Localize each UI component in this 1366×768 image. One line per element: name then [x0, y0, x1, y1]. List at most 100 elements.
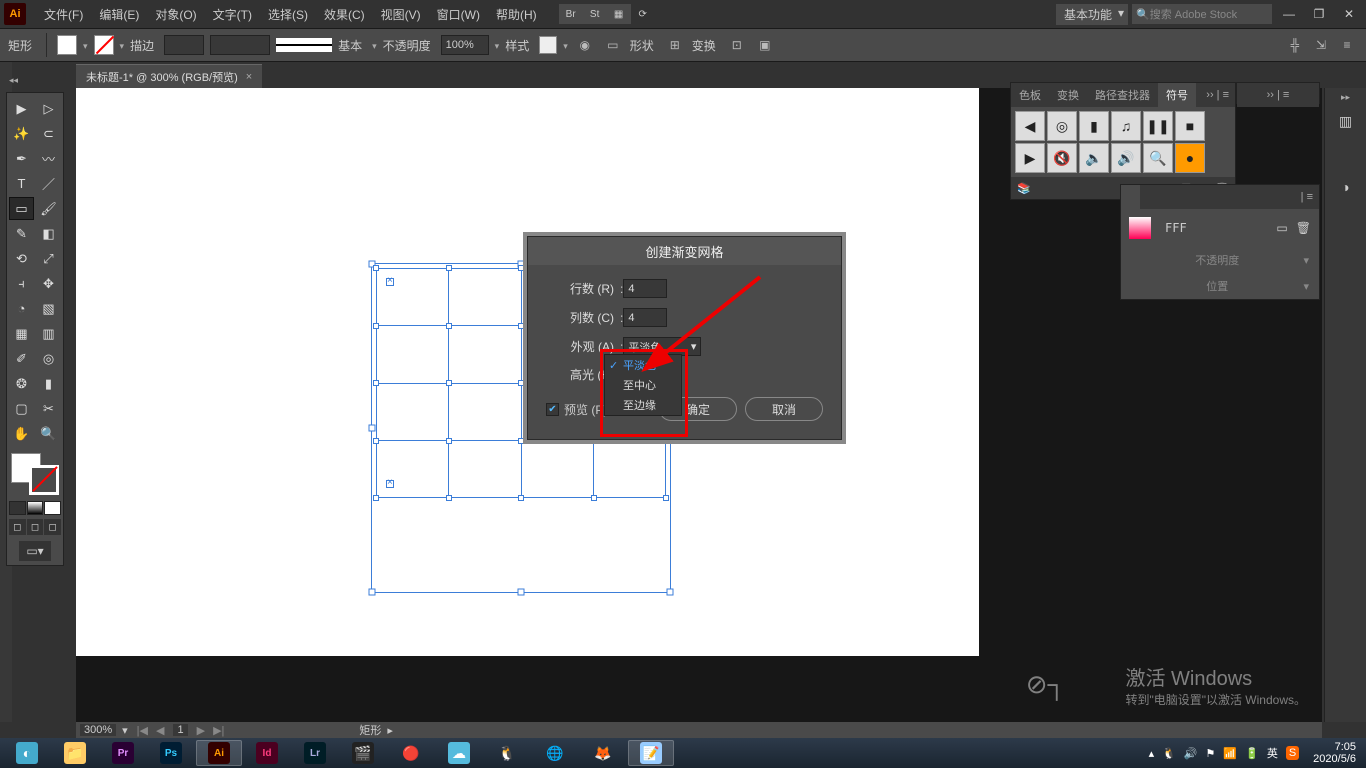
window-restore-icon[interactable]: ❐ [1306, 4, 1332, 24]
lasso-tool-icon[interactable]: ⊂ [36, 122, 61, 145]
arrange-docs-icon[interactable]: ▦ [607, 4, 631, 24]
align-panel-icon[interactable]: ╬ [1284, 34, 1306, 56]
tray-ime[interactable]: 英 [1267, 745, 1278, 761]
tab-transform[interactable]: 变换 [1049, 83, 1087, 107]
symbol-sprayer-tool-icon[interactable]: ❂ [9, 372, 34, 395]
graph-tool-icon[interactable]: ▮ [36, 372, 61, 395]
recolor-icon[interactable]: ◉ [574, 34, 596, 56]
menu-help[interactable]: 帮助(H) [488, 6, 545, 23]
taskbar-app-indesign[interactable]: Id [244, 740, 290, 766]
menu-file[interactable]: 文件(F) [36, 6, 91, 23]
tab-pathfinder[interactable]: 路径查找器 [1087, 83, 1158, 107]
window-close-icon[interactable]: ✕ [1336, 4, 1362, 24]
draw-inside-icon[interactable]: ◻ [44, 519, 61, 535]
taskbar-app-ball[interactable]: 🔴 [388, 740, 434, 766]
tray-qq-icon[interactable]: 🐧 [1162, 747, 1176, 760]
hand-tool-icon[interactable]: ✋ [9, 422, 34, 445]
var-width-profile[interactable] [210, 35, 270, 55]
draw-behind-icon[interactable]: ◻ [27, 519, 44, 535]
fill-swatch[interactable] [57, 35, 77, 55]
taskbar-app-illustrator[interactable]: Ai [196, 740, 242, 766]
delete-icon[interactable]: 🗑 [1296, 221, 1311, 235]
perspective-tool-icon[interactable]: ▧ [36, 297, 61, 320]
free-transform-tool-icon[interactable]: ✥ [36, 272, 61, 295]
eyedropper-tool-icon[interactable]: ✐ [9, 347, 34, 370]
eraser-tool-icon[interactable]: ◧ [36, 222, 61, 245]
bridge-button[interactable]: Br [559, 4, 583, 24]
direct-selection-tool-icon[interactable]: ▷ [36, 97, 61, 120]
rectangle-tool-icon[interactable]: ▭ [9, 197, 34, 220]
dock-color-icon[interactable]: ◑ [1331, 173, 1361, 201]
fill-stroke-control[interactable] [9, 451, 61, 497]
document-tab-close-icon[interactable]: × [246, 71, 252, 83]
tab-symbols[interactable]: 符号 [1158, 83, 1196, 107]
brush-def-icon[interactable] [276, 38, 332, 52]
blend-tool-icon[interactable]: ◎ [36, 347, 61, 370]
tab-swatch[interactable]: 色板 [1011, 83, 1049, 107]
shape-prop-icon[interactable]: ⊞ [664, 34, 686, 56]
menu-object[interactable]: 对象(O) [147, 6, 204, 23]
appearance-option-edge[interactable]: 至边缘 [605, 395, 681, 415]
symbol-film-icon[interactable]: ▮ [1079, 111, 1109, 141]
symbol-mute-icon[interactable]: 🔇 [1047, 143, 1077, 173]
opacity-input[interactable] [441, 35, 489, 55]
taskbar-app-video[interactable]: 🎬 [340, 740, 386, 766]
shaper-tool-icon[interactable]: ✎ [9, 222, 34, 245]
taskbar-app-qq[interactable]: 🐧 [484, 740, 530, 766]
taskbar-app-chrome[interactable]: 🌐 [532, 740, 578, 766]
document-tab[interactable]: 未标题-1* @ 300% (RGB/预览) × [76, 64, 262, 88]
tray-volume-icon[interactable]: 🔊 [1184, 747, 1198, 760]
stock-button[interactable]: St [583, 4, 607, 24]
workspace-switcher[interactable]: 基本功能 [1056, 4, 1128, 25]
appearance-option-flat[interactable]: 平淡色 [605, 355, 681, 375]
taskbar-app-browser[interactable]: ◐ [4, 740, 50, 766]
window-minimize-icon[interactable]: — [1276, 4, 1302, 24]
slice-tool-icon[interactable]: ✂ [36, 397, 61, 420]
symbol-orange-icon[interactable]: ● [1175, 143, 1205, 173]
align-icon[interactable]: ▭ [602, 34, 624, 56]
panel-menu-icon[interactable]: | ≡ [1295, 191, 1319, 203]
taskbar-app-lightroom[interactable]: Lr [292, 740, 338, 766]
symbol-pause-icon[interactable]: ❚❚ [1143, 111, 1173, 141]
draw-normal-icon[interactable]: ◻ [9, 519, 26, 535]
cancel-button[interactable]: 取消 [745, 397, 823, 421]
tray-clock[interactable]: 7:05 2020/5/6 [1307, 741, 1362, 765]
tray-network-icon[interactable]: 📶 [1223, 747, 1237, 760]
color-mode-none-icon[interactable] [44, 501, 61, 515]
stock-search-input[interactable]: 🔍 搜索 Adobe Stock [1132, 4, 1272, 24]
zoom-level[interactable]: 300% [80, 724, 116, 736]
style-swatch[interactable] [539, 36, 557, 54]
preview-checkbox[interactable]: ✔ [546, 403, 559, 416]
width-tool-icon[interactable]: ⫞ [9, 272, 34, 295]
symbol-stop-icon[interactable]: ■ [1175, 111, 1205, 141]
default-stroke-icon[interactable] [29, 465, 59, 495]
gpu-icon[interactable]: ⟳ [631, 4, 655, 24]
opts-icon[interactable]: ▭ [1276, 221, 1287, 235]
mesh-tool-icon[interactable]: ▦ [9, 322, 34, 345]
selection-tool-icon[interactable]: ▶ [9, 97, 34, 120]
symbol-vol-low-icon[interactable]: 🔈 [1079, 143, 1109, 173]
isolate-icon[interactable]: ▣ [754, 34, 776, 56]
artboard-tool-icon[interactable]: ▢ [9, 397, 34, 420]
symbol-search-icon[interactable]: 🔍 [1143, 143, 1173, 173]
panel-menu-icon[interactable]: ≡ [1336, 34, 1358, 56]
line-tool-icon[interactable]: ／ [36, 172, 61, 195]
gradient-tool-icon[interactable]: ▥ [36, 322, 61, 345]
transform-icon[interactable]: ⊡ [726, 34, 748, 56]
color-mode-normal-icon[interactable] [9, 501, 26, 515]
artboard-nav[interactable]: |◀◀ [134, 724, 168, 737]
transform-panel-icon[interactable]: ⇲ [1310, 34, 1332, 56]
stroke-weight-input[interactable] [164, 35, 204, 55]
symbol-lib-icon[interactable]: 📚 [1017, 182, 1031, 195]
symbol-music-icon[interactable]: ♫ [1111, 111, 1141, 141]
symbol-camera-icon[interactable]: ◎ [1047, 111, 1077, 141]
rotate-tool-icon[interactable]: ⟲ [9, 247, 34, 270]
symbol-play-icon[interactable]: ▶ [1015, 143, 1045, 173]
panel-collapse-icon[interactable]: ›› | ≡ [1200, 89, 1235, 101]
collapsed-panel[interactable]: ›› | ≡ [1236, 82, 1320, 104]
pen-tool-icon[interactable]: ✒ [9, 147, 34, 170]
tray-expand-icon[interactable]: ▴ [1149, 747, 1155, 760]
scale-tool-icon[interactable]: ⤢ [36, 247, 61, 270]
tray-sogou-icon[interactable]: S [1286, 746, 1299, 760]
tray-flag-icon[interactable]: ⚑ [1206, 747, 1216, 760]
